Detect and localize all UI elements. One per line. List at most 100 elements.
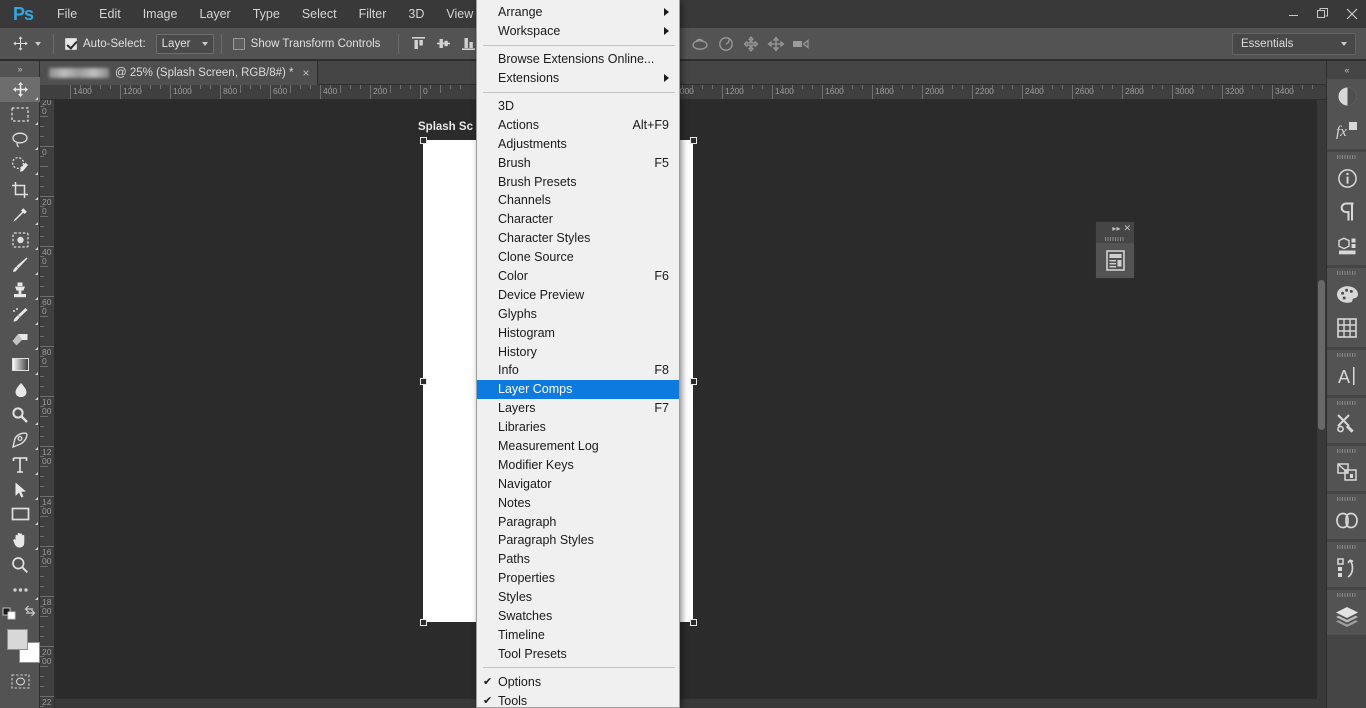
zoom-tool-button[interactable] (0, 552, 40, 577)
lasso-tool-button[interactable] (0, 127, 40, 152)
scale-3d-object-button[interactable] (788, 31, 813, 57)
info-panel-button[interactable] (1327, 161, 1366, 195)
tool-presets-panel-button[interactable] (1327, 407, 1366, 441)
menu-item-3d[interactable]: 3D (477, 97, 679, 116)
transform-handle-middle-right[interactable] (690, 378, 697, 385)
workspace-switcher[interactable]: Essentials (1232, 32, 1356, 55)
menu-item-history[interactable]: History (477, 342, 679, 361)
floating-panel-body[interactable] (1096, 243, 1134, 278)
menu-item-styles[interactable]: Styles (477, 588, 679, 607)
horizontal-ruler[interactable]: 1400 1200 1000 800 600 400 200 0 1000 1200 1400 160… (40, 85, 1326, 100)
menu-item-layers[interactable]: Layers F7 (477, 399, 679, 418)
menu-item-options[interactable]: ✔ Options (477, 672, 679, 691)
dodge-tool-button[interactable] (0, 402, 40, 427)
eyedropper-tool-button[interactable] (0, 202, 40, 227)
menu-item-workspace[interactable]: Workspace (477, 22, 679, 41)
menu-select[interactable]: Select (291, 0, 348, 28)
rotate-3d-object-button[interactable] (688, 31, 713, 57)
quick-selection-tool-button[interactable] (0, 152, 40, 177)
layers-panel-button[interactable] (1327, 599, 1366, 633)
adjustments-panel-button[interactable] (1327, 79, 1366, 113)
move-tool-button[interactable] (0, 77, 40, 102)
transform-handle-middle-left[interactable] (420, 378, 427, 385)
canvas-vertical-scrollbar[interactable] (1317, 100, 1326, 708)
menu-item-tools[interactable]: ✔ Tools (477, 691, 679, 707)
eraser-tool-button[interactable] (0, 327, 40, 352)
menu-item-info[interactable]: Info F8 (477, 361, 679, 380)
menu-item-tool-presets[interactable]: Tool Presets (477, 644, 679, 663)
menu-item-properties[interactable]: Properties (477, 569, 679, 588)
canvas-area[interactable]: Splash Sc ▸▸ ✕ (55, 100, 1326, 708)
paragraph-panel-button[interactable] (1327, 195, 1366, 229)
menu-item-measurement-log[interactable]: Measurement Log (477, 437, 679, 456)
transform-handle-top-right[interactable] (690, 137, 697, 144)
menu-item-color[interactable]: Color F6 (477, 267, 679, 286)
menu-filter[interactable]: Filter (348, 0, 398, 28)
close-document-icon[interactable]: × (300, 66, 310, 80)
menu-edit[interactable]: Edit (88, 0, 132, 28)
menu-item-arrange[interactable]: Arrange (477, 3, 679, 22)
menu-item-channels[interactable]: Channels (477, 191, 679, 210)
align-vertical-centers-button[interactable] (431, 31, 456, 57)
menu-item-libraries[interactable]: Libraries (477, 418, 679, 437)
history-brush-tool-button[interactable] (0, 302, 40, 327)
styles-panel-button[interactable]: fx (1327, 113, 1366, 147)
expand-panels-button[interactable]: « (1327, 61, 1366, 79)
vertical-ruler[interactable]: 200 0 200 400 600 800 1000 1200 1400 1600 1800 2000… (40, 100, 55, 708)
swatches-panel-button[interactable] (1327, 311, 1366, 345)
window-menu-dropdown[interactable]: Arrange Workspace Browse Extensions Online… (476, 0, 680, 708)
transform-handle-top-left[interactable] (420, 137, 427, 144)
menu-file[interactable]: File (46, 0, 88, 28)
menu-item-character-styles[interactable]: Character Styles (477, 229, 679, 248)
foreground-color-swatch[interactable] (7, 629, 28, 650)
menu-item-notes[interactable]: Notes (477, 493, 679, 512)
menu-item-adjustments[interactable]: Adjustments (477, 134, 679, 153)
color-swatches[interactable] (0, 626, 40, 670)
scrollbar-thumb[interactable] (1318, 280, 1325, 430)
menu-item-device-preview[interactable]: Device Preview (477, 285, 679, 304)
spot-healing-brush-tool-button[interactable] (0, 227, 40, 252)
double-chevron-right-icon[interactable]: ▸▸ (1112, 224, 1120, 233)
menu-item-layer-comps[interactable]: Layer Comps (477, 379, 679, 399)
path-selection-tool-button[interactable] (0, 477, 40, 502)
rectangular-marquee-tool-button[interactable] (0, 102, 40, 127)
horizontal-type-tool-button[interactable] (0, 452, 40, 477)
blur-tool-button[interactable] (0, 377, 40, 402)
channels-panel-button[interactable] (1327, 455, 1366, 489)
quick-mask-mode-button[interactable] (0, 670, 40, 692)
hand-tool-button[interactable] (0, 527, 40, 552)
auto-select-scope-dropdown[interactable]: Layer (155, 33, 214, 54)
menu-item-timeline[interactable]: Timeline (477, 626, 679, 645)
layer-comps-floating-panel[interactable]: ▸▸ ✕ (1095, 221, 1135, 279)
current-tool-picker[interactable] (0, 34, 46, 54)
menu-type[interactable]: Type (242, 0, 291, 28)
menu-item-clone-source[interactable]: Clone Source (477, 248, 679, 267)
edit-toolbar-button[interactable] (0, 577, 40, 602)
menu-item-character[interactable]: Character (477, 210, 679, 229)
pen-tool-button[interactable] (0, 427, 40, 452)
collapse-tools-panel-button[interactable]: » (0, 61, 39, 77)
transform-handle-bottom-left[interactable] (420, 619, 427, 626)
menu-item-brush-presets[interactable]: Brush Presets (477, 172, 679, 191)
rectangle-tool-button[interactable] (0, 502, 40, 527)
artboard-name-label[interactable]: Splash Sc (418, 121, 473, 133)
menu-layer[interactable]: Layer (188, 0, 241, 28)
character-panel-button[interactable]: A (1327, 359, 1366, 393)
properties-panel-button[interactable] (1327, 229, 1366, 263)
gradient-tool-button[interactable] (0, 352, 40, 377)
menu-item-paragraph[interactable]: Paragraph (477, 512, 679, 531)
menu-3d[interactable]: 3D (397, 0, 435, 28)
menu-item-actions[interactable]: Actions Alt+F9 (477, 115, 679, 134)
menu-item-histogram[interactable]: Histogram (477, 323, 679, 342)
libraries-panel-button[interactable] (1327, 503, 1366, 537)
menu-item-navigator[interactable]: Navigator (477, 474, 679, 493)
close-button[interactable] (1337, 0, 1366, 28)
crop-tool-button[interactable] (0, 177, 40, 202)
menu-item-extensions[interactable]: Extensions (477, 69, 679, 88)
paths-panel-button[interactable] (1327, 551, 1366, 585)
show-transform-controls-control[interactable]: Show Transform Controls (229, 37, 385, 50)
menu-item-glyphs[interactable]: Glyphs (477, 304, 679, 323)
drag-3d-object-button[interactable] (738, 31, 763, 57)
menu-item-swatches[interactable]: Swatches (477, 607, 679, 626)
menu-item-brush[interactable]: Brush F5 (477, 153, 679, 172)
